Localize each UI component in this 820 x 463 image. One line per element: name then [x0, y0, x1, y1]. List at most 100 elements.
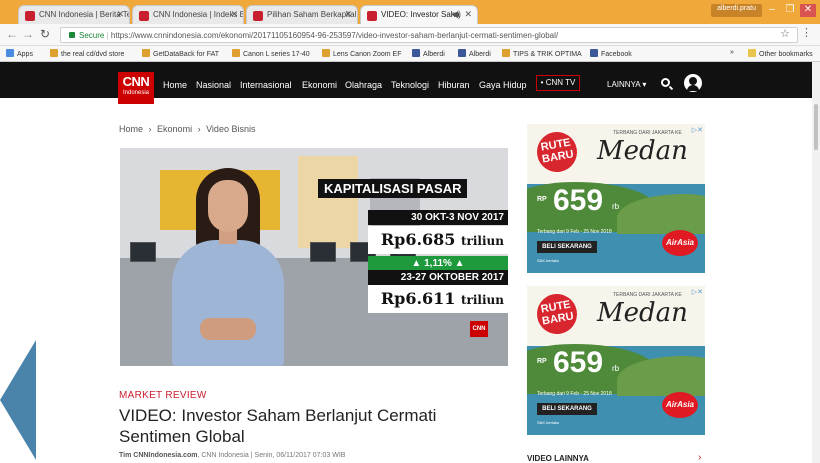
rute-baru-badge: RUTE BARU [533, 128, 581, 176]
nav-home[interactable]: Home [163, 80, 187, 90]
cnn-favicon-icon [139, 11, 149, 21]
breadcrumb-home[interactable]: Home [119, 124, 143, 134]
ad-info: Terbang dari 9 Feb - 25 Nov 2018 [537, 229, 612, 235]
logo-text: CNN [122, 74, 150, 89]
bookmark-item[interactable]: Canon L series 17-40 [232, 49, 310, 58]
ad-city: Medan [597, 136, 688, 166]
cnn-watermark-logo: CNN [470, 321, 488, 337]
close-tab-icon[interactable]: ✕ [464, 9, 472, 20]
caption-period-1: 30 OKT-3 NOV 2017 [368, 210, 508, 225]
tab-pilihan-saham[interactable]: Pilihan Saham Berkapital ✕ [246, 5, 358, 24]
article-author: Tim CNNIndonesia.com [119, 452, 198, 459]
user-account-icon[interactable] [684, 74, 702, 92]
bookmark-item[interactable]: Alberdi [412, 49, 445, 58]
beli-sekarang-button[interactable]: BELI SEKARANG [537, 241, 597, 253]
ad-price-unit: rb [612, 202, 620, 211]
more-bookmarks-icon[interactable]: » [730, 49, 734, 56]
breadcrumb-ekonomi[interactable]: Ekonomi [157, 124, 192, 134]
airasia-logo: AirAsia [662, 392, 698, 418]
caption-change: ▲ 1,11% ▲ [368, 256, 508, 271]
video-player[interactable]: KAPITALISASI PASAR 30 OKT-3 NOV 2017 Rp6… [120, 148, 508, 366]
page-icon [232, 49, 240, 57]
nav-hiburan[interactable]: Hiburan [438, 80, 470, 90]
tab-video-investor[interactable]: VIDEO: Investor Saha ◀) ✕ [360, 5, 478, 24]
page-icon [502, 49, 510, 57]
nav-teknologi[interactable]: Teknologi [391, 80, 429, 90]
reload-icon[interactable]: ↻ [40, 27, 50, 41]
folder-icon [748, 49, 756, 57]
nav-nasional[interactable]: Nasional [196, 80, 231, 90]
cnn-indonesia-logo[interactable]: CNN Indonesia [118, 72, 154, 104]
nav-gaya-hidup[interactable]: Gaya Hidup [479, 80, 527, 90]
bookmark-item[interactable]: Lens Canon Zoom EF [322, 49, 401, 58]
rute-baru-badge: RUTE BARU [533, 290, 581, 338]
other-bookmarks[interactable]: Other bookmarks [748, 49, 813, 58]
bookmark-item[interactable]: GetDataBack for FAT [142, 49, 219, 58]
back-arrow-icon[interactable]: ← [6, 27, 18, 41]
page-icon [50, 49, 58, 57]
facebook-icon [412, 49, 420, 57]
bookmark-apps[interactable]: Apps [6, 49, 33, 58]
tab-cnn-indeks[interactable]: CNN Indonesia | Indeks Be ✕ [132, 5, 244, 24]
nav-olahraga[interactable]: Olahraga [345, 80, 382, 90]
browser-menu-icon[interactable]: ⋮ [801, 26, 812, 39]
bookmark-item[interactable]: the real cd/dvd store [50, 49, 124, 58]
caption-value-1: Rp6.685 triliun [368, 226, 508, 254]
beli-sekarang-button[interactable]: BELI SEKARANG [537, 403, 597, 415]
adchoices-icon[interactable]: ▷✕ [692, 126, 703, 134]
adchoices-icon[interactable]: ▷✕ [692, 288, 703, 296]
search-icon[interactable] [661, 78, 670, 87]
url-input[interactable]: Secure | https://www.cnnindonesia.com/ek… [60, 27, 798, 43]
article-byline: Tim CNNIndonesia.com, CNN Indonesia | Se… [119, 452, 345, 459]
profile-badge[interactable]: alberdi.pratu [711, 4, 762, 17]
facebook-icon [458, 49, 466, 57]
ad-fineprint: S&K berlaku [537, 258, 560, 263]
cnn-favicon-icon [25, 11, 35, 21]
lainnya-menu[interactable]: LAINNYA ▾ [607, 80, 646, 89]
chevron-right-icon[interactable]: › [698, 452, 701, 463]
ad-price: 659 [553, 184, 604, 217]
address-bar-row: ← → ↻ Secure | https://www.cnnindonesia.… [0, 24, 820, 46]
scrollbar-thumb[interactable] [814, 104, 818, 150]
ad-currency: RP [537, 358, 547, 365]
ad-city: Medan [597, 298, 688, 328]
apps-grid-icon [6, 49, 14, 57]
cnn-favicon-icon [367, 11, 377, 21]
breadcrumb: Home › Ekonomi › Video Bisnis [119, 124, 255, 134]
video-lainnya-heading[interactable]: VIDEO LAINNYA [527, 454, 589, 463]
close-tab-icon[interactable]: ✕ [116, 9, 124, 20]
article-kicker[interactable]: MARKET REVIEW [119, 390, 207, 401]
close-window-icon[interactable]: ✕ [800, 4, 816, 17]
bookmark-star-icon[interactable]: ☆ [780, 27, 790, 40]
breadcrumb-separator-icon: › [197, 124, 201, 134]
page-icon [322, 49, 330, 57]
nav-internasional[interactable]: Internasional [240, 80, 292, 90]
bookmark-item[interactable]: TIPS & TRIK OPTIMA [502, 49, 582, 58]
ad-fineprint: S&K berlaku [537, 420, 560, 425]
tab-cnn-berita[interactable]: CNN Indonesia | Berita Te ✕ [18, 5, 130, 24]
breadcrumb-video-bisnis[interactable]: Video Bisnis [206, 124, 255, 134]
cnn-favicon-icon [253, 11, 263, 21]
page-icon [142, 49, 150, 57]
bookmark-item[interactable]: Alberdi [458, 49, 491, 58]
logo-subtext: Indonesia [122, 90, 150, 96]
ad-price-unit: rb [612, 364, 620, 373]
bookmark-item[interactable]: Facebook [590, 49, 632, 58]
forward-arrow-icon[interactable]: → [22, 27, 34, 41]
close-tab-icon[interactable]: ✕ [344, 9, 352, 20]
airasia-ad-banner[interactable]: RUTE BARU TERBANG DARI JAKARTA KE Medan … [527, 124, 705, 273]
decorative-shape [0, 340, 36, 460]
presenter-image [158, 168, 298, 366]
airasia-ad-banner[interactable]: RUTE BARU TERBANG DARI JAKARTA KE Medan … [527, 286, 705, 435]
close-tab-icon[interactable]: ✕ [230, 9, 238, 20]
cnn-tv-button[interactable]: • CNN TV [536, 75, 580, 91]
ad-price: 659 [553, 346, 604, 379]
caption-period-2: 23-27 OKTOBER 2017 [368, 270, 508, 285]
maximize-icon[interactable]: ❐ [782, 4, 798, 17]
tab-strip: CNN Indonesia | Berita Te ✕ CNN Indonesia… [0, 0, 820, 24]
minimize-icon[interactable]: – [764, 4, 780, 17]
tab-label: Pilihan Saham Berkapital [267, 10, 357, 19]
url-text: https://www.cnnindonesia.com/ekonomi/201… [110, 31, 559, 40]
audio-playing-icon[interactable]: ◀) [451, 9, 461, 20]
nav-ekonomi[interactable]: Ekonomi [302, 80, 337, 90]
